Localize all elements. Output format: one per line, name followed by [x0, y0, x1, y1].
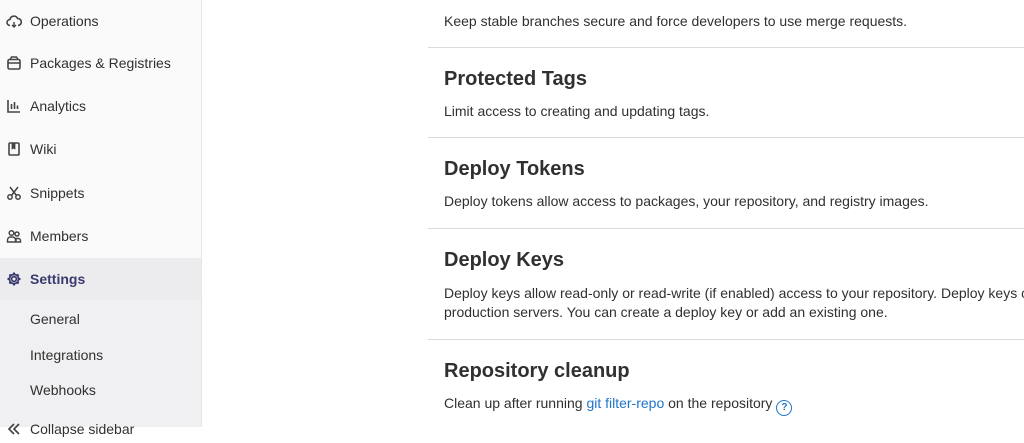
sidebar-item-label: Settings [30, 271, 86, 287]
gear-icon [7, 272, 21, 286]
question-circle-icon[interactable]: ? [776, 400, 793, 416]
sidebar-subitem-label: General [30, 311, 80, 327]
sidebar-subitem-integrations[interactable]: Integrations [0, 338, 201, 372]
deploy-tokens-desc: Deploy tokens allow access to packages, … [444, 193, 929, 209]
sidebar-item-label: Wiki [30, 141, 57, 157]
cleanup-desc-suffix: on the repository [664, 395, 773, 411]
users-icon [6, 229, 22, 243]
deploy-tokens-title[interactable]: Deploy Tokens [444, 158, 585, 181]
book-icon [8, 142, 20, 156]
protected-tags-desc: Limit access to creating and updating ta… [444, 103, 710, 119]
section-divider [428, 47, 1024, 48]
section-divider [428, 339, 1024, 340]
sidebar-item-packages[interactable]: Packages & Registries [0, 42, 201, 84]
package-icon [7, 56, 21, 70]
sidebar-subitem-label: Integrations [30, 347, 104, 363]
sidebar-item-label: Analytics [30, 98, 87, 114]
sidebar-item-label: Operations [30, 13, 99, 29]
protected-tags-title[interactable]: Protected Tags [444, 68, 587, 91]
git-filter-repo-link[interactable]: git filter-repo [586, 395, 664, 411]
deploy-keys-desc-line1: Deploy keys allow read-only or read-writ… [444, 285, 1024, 301]
double-chevron-left-icon [7, 423, 20, 435]
chart-icon [7, 100, 20, 113]
cleanup-desc-prefix: Clean up after running [444, 395, 587, 411]
sidebar-item-wiki[interactable]: Wiki [0, 128, 201, 170]
sidebar-item-analytics[interactable]: Analytics [0, 85, 201, 127]
sidebar-item-operations[interactable]: Operations [0, 0, 201, 42]
sidebar-collapse-button[interactable]: Collapse sidebar [0, 413, 201, 443]
section-divider [428, 228, 1024, 229]
scissors-icon [7, 186, 21, 200]
sidebar-item-label: Members [30, 228, 89, 244]
cloud-gear-icon [6, 15, 22, 28]
sidebar-item-settings[interactable]: Settings [0, 258, 201, 300]
deploy-keys-title[interactable]: Deploy Keys [444, 249, 564, 272]
repository-cleanup-title[interactable]: Repository cleanup [444, 360, 630, 383]
sidebar-item-members[interactable]: Members [0, 215, 201, 257]
sidebar-subitem-label: Webhooks [30, 382, 96, 398]
sidebar: Operations Packages & Registries Analyti… [0, 0, 202, 437]
sidebar-item-label: Packages & Registries [30, 55, 171, 71]
sidebar-item-label: Snippets [30, 185, 85, 201]
sidebar-item-snippets[interactable]: Snippets [0, 172, 201, 214]
section-divider [428, 137, 1024, 138]
deploy-keys-desc-line2: production servers. You can create a dep… [444, 304, 888, 320]
sidebar-subitem-general[interactable]: General [0, 302, 201, 336]
repository-cleanup-desc: Clean up after running git filter-repo o… [444, 394, 793, 416]
sidebar-collapse-label: Collapse sidebar [30, 421, 135, 437]
protected-branches-desc: Keep stable branches secure and force de… [444, 13, 908, 29]
sidebar-subitem-webhooks[interactable]: Webhooks [0, 373, 201, 407]
